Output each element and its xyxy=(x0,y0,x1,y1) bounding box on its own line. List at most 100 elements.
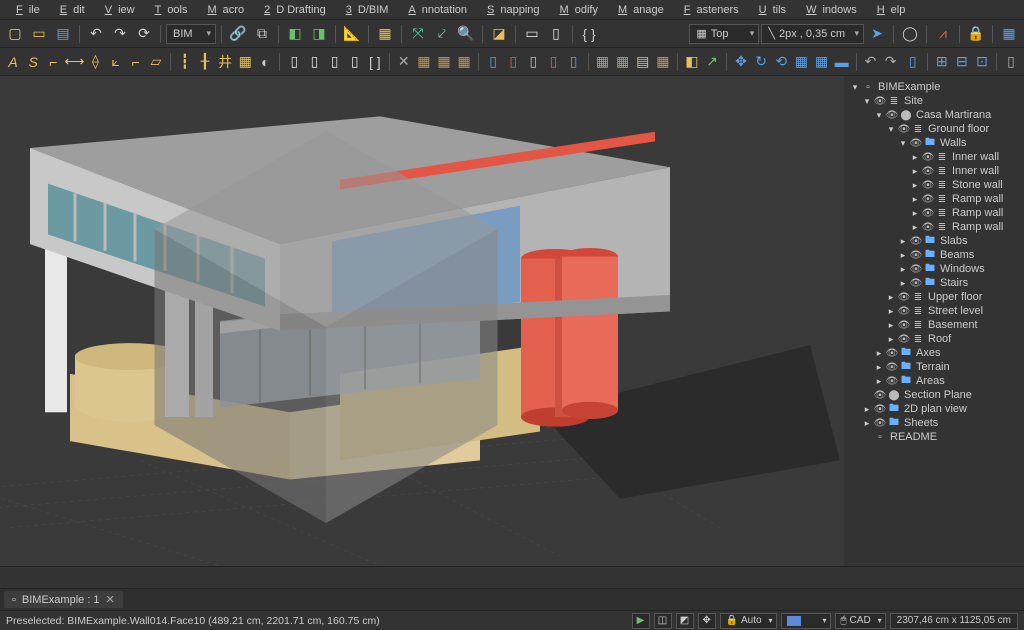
status-cad-combo[interactable]: 🖱CAD xyxy=(835,613,886,629)
b4-icon[interactable]: ▦ xyxy=(654,51,672,73)
visibility-icon[interactable]: 👁 xyxy=(886,109,898,121)
expand-icon[interactable]: ▸ xyxy=(874,348,884,359)
visibility-icon[interactable]: 👁 xyxy=(886,361,898,373)
tree-item[interactable]: ▸👁≣Street level xyxy=(846,304,1022,318)
t1-icon[interactable]: ◧ xyxy=(683,51,701,73)
col1-icon[interactable]: ┇ xyxy=(176,51,194,73)
visibility-icon[interactable]: 👁 xyxy=(886,347,898,359)
dimension-h-icon[interactable]: ⟷ xyxy=(64,51,84,73)
tree-item[interactable]: ▾👁🖿Walls xyxy=(846,136,1022,150)
visibility-icon[interactable]: 👁 xyxy=(874,389,886,401)
text-a-icon[interactable]: A xyxy=(4,51,22,73)
expand-icon[interactable]: ▸ xyxy=(898,264,908,275)
tree-item[interactable]: ▸👁🖿2D plan view xyxy=(846,402,1022,416)
lock-icon[interactable]: 🔒 xyxy=(965,23,987,45)
tree-item[interactable]: ▾👁≣Site xyxy=(846,94,1022,108)
ifc-icon[interactable]: ▯ xyxy=(484,51,502,73)
new-file-icon[interactable]: ▢ xyxy=(4,23,26,45)
box3-icon[interactable]: ▦ xyxy=(792,51,810,73)
menu-2ddrafting[interactable]: 2D Drafting xyxy=(252,2,332,18)
expand-icon[interactable]: ▾ xyxy=(874,110,884,121)
expand-icon[interactable]: ▸ xyxy=(898,278,908,289)
p1-icon[interactable]: ▯ xyxy=(524,51,542,73)
tools-icon[interactable]: ✕ xyxy=(395,51,413,73)
workbench-combo[interactable]: BIM xyxy=(166,24,216,44)
expand-icon[interactable]: ▾ xyxy=(898,138,908,149)
tree-item[interactable]: ▸👁≣Ramp wall xyxy=(846,206,1022,220)
expand-icon[interactable]: ▾ xyxy=(886,124,896,135)
doc4-icon[interactable]: ▯ xyxy=(346,51,364,73)
tree-item[interactable]: ▸👁🖿Sheets xyxy=(846,416,1022,430)
tree-item[interactable]: ▾👁⬤Casa Martirana xyxy=(846,108,1022,122)
tree-item[interactable]: ▸👁≣Basement xyxy=(846,318,1022,332)
refresh-icon[interactable]: ⟳ xyxy=(133,23,155,45)
menu-file[interactable]: File xyxy=(4,2,46,18)
expand-icon[interactable]: ▸ xyxy=(886,334,896,345)
arrow-icon[interactable]: ↗ xyxy=(703,51,721,73)
g2-icon[interactable]: ⊟ xyxy=(953,51,971,73)
col2-icon[interactable]: ╂ xyxy=(196,51,214,73)
g1-icon[interactable]: ⊞ xyxy=(933,51,951,73)
status-panel-icon[interactable]: ◫ xyxy=(654,613,672,629)
open-file-icon[interactable]: ▭ xyxy=(28,23,50,45)
angle-icon[interactable]: ⟀ xyxy=(107,51,125,73)
back-icon[interactable]: ↶ xyxy=(861,51,879,73)
visibility-icon[interactable]: 👁 xyxy=(922,151,934,163)
topview-combo[interactable]: ▦Top xyxy=(689,24,759,44)
menu-help[interactable]: Help xyxy=(865,2,912,18)
status-plus-icon[interactable]: ✥ xyxy=(698,613,716,629)
sheet-icon[interactable]: ▭ xyxy=(521,23,543,45)
b3-icon[interactable]: ▤ xyxy=(634,51,652,73)
linewidth-combo[interactable]: ╲2px , 0,35 cm xyxy=(761,24,864,44)
3d-viewport[interactable] xyxy=(0,76,844,566)
link-group-icon[interactable]: ⧉ xyxy=(251,23,273,45)
bluebox-icon[interactable]: ▬ xyxy=(833,51,851,73)
tree-item[interactable]: ▸👁≣Ramp wall xyxy=(846,192,1022,206)
expand-icon[interactable]: ▾ xyxy=(862,96,872,107)
visibility-icon[interactable]: 👁 xyxy=(898,305,910,317)
expand-icon[interactable]: ▸ xyxy=(898,250,908,261)
fit-sel-icon[interactable]: ⤦ xyxy=(431,23,453,45)
tree-item[interactable]: ▸👁🖿Stairs xyxy=(846,276,1022,290)
visibility-icon[interactable]: 👁 xyxy=(910,277,922,289)
visibility-icon[interactable]: 👁 xyxy=(886,375,898,387)
expand-icon[interactable]: ▸ xyxy=(886,306,896,317)
doc3-icon[interactable]: ▯ xyxy=(325,51,343,73)
menu-manage[interactable]: Manage xyxy=(606,2,670,18)
g3-icon[interactable]: ⊡ xyxy=(973,51,991,73)
pkg3-icon[interactable]: ▦ xyxy=(455,51,473,73)
tree-item[interactable]: ▸👁≣Roof xyxy=(846,332,1022,346)
save-file-icon[interactable]: ▤ xyxy=(52,23,74,45)
menu-modify[interactable]: Modify xyxy=(548,2,604,18)
cubes-icon[interactable]: ▦ xyxy=(812,51,830,73)
expand-icon[interactable]: ▸ xyxy=(862,404,872,415)
fwd-icon[interactable]: ↷ xyxy=(882,51,900,73)
menu-3dbim[interactable]: 3D/BIM xyxy=(334,2,395,18)
dimension-v-icon[interactable]: ⟠ xyxy=(86,51,104,73)
expand-icon[interactable]: ▸ xyxy=(898,236,908,247)
send-icon[interactable]: ➤ xyxy=(866,23,888,45)
b1-icon[interactable]: ▦ xyxy=(593,51,611,73)
user-icon[interactable]: ◯ xyxy=(899,23,921,45)
tree-item[interactable]: ▫README xyxy=(846,430,1022,444)
text-s-icon[interactable]: S xyxy=(24,51,42,73)
grid-color-icon[interactable]: ▦ xyxy=(998,23,1020,45)
visibility-icon[interactable]: 👁 xyxy=(898,123,910,135)
menu-edit[interactable]: Edit xyxy=(48,2,91,18)
chart2-icon[interactable]: ▯ xyxy=(504,51,522,73)
bracket-icon[interactable]: ⌐ xyxy=(127,51,145,73)
fit-all-icon[interactable]: ⤧ xyxy=(407,23,429,45)
visibility-icon[interactable]: 👁 xyxy=(922,207,934,219)
visibility-icon[interactable]: 👁 xyxy=(910,137,922,149)
status-contrast-icon[interactable]: ◩ xyxy=(676,613,694,629)
model-tree[interactable]: ▾▫BIMExample▾👁≣Site▾👁⬤Casa Martirana▾👁≣G… xyxy=(844,76,1024,566)
status-terminal-icon[interactable]: ▶ xyxy=(632,613,650,629)
expand-icon[interactable]: ▸ xyxy=(910,208,920,219)
box-icon[interactable]: ▦ xyxy=(374,23,396,45)
tree-item[interactable]: ▾▫BIMExample xyxy=(846,80,1022,94)
expand-icon[interactable]: ▸ xyxy=(910,166,920,177)
visibility-icon[interactable]: 👁 xyxy=(898,319,910,331)
cube-wire-icon[interactable]: ◧ xyxy=(284,23,306,45)
expand-icon[interactable]: ▸ xyxy=(862,418,872,429)
tree-item[interactable]: ▸👁🖿Areas xyxy=(846,374,1022,388)
